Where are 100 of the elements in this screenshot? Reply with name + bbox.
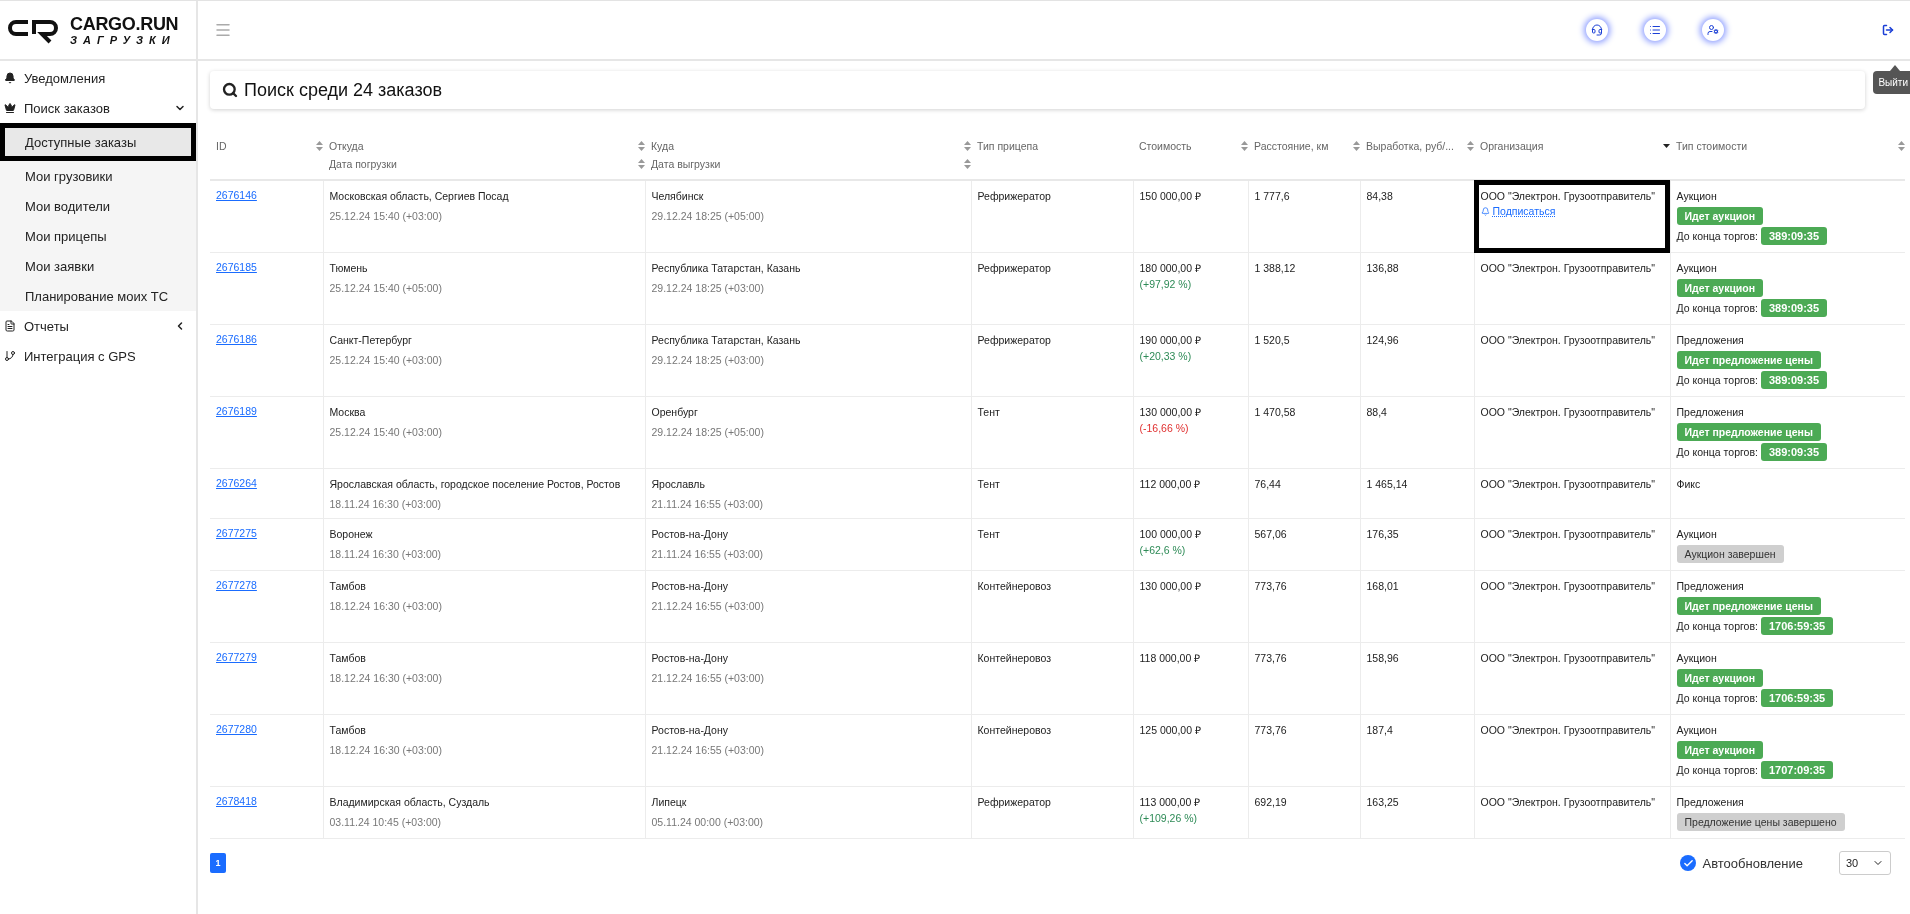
origin-text: Тамбов: [329, 579, 367, 593]
sort-icon[interactable]: [1898, 141, 1905, 151]
distance-text: 76,44: [1254, 477, 1282, 491]
column-header: Тип прицепа: [976, 140, 1040, 152]
page-size-select[interactable]: 30: [1839, 851, 1891, 875]
trailer-type: Рефрижератор: [977, 795, 1052, 809]
bell-icon: [1480, 206, 1490, 216]
menu-icon[interactable]: [214, 21, 232, 39]
logo-title: CARGO.RUN: [70, 14, 179, 33]
destination-text: Ростов-на-Дону: [651, 723, 729, 737]
price-text: 112 000,00 ₽: [1139, 477, 1202, 491]
sort-icon[interactable]: [316, 141, 323, 151]
price-type: Аукцион: [1676, 527, 1718, 541]
order-id-link[interactable]: 2677278: [216, 579, 257, 591]
order-id-link[interactable]: 2677280: [216, 723, 257, 735]
sidebar-item[interactable]: Интеграция с GPS: [0, 341, 196, 371]
price-type: Аукцион: [1676, 651, 1718, 665]
organization-name: ООО "Электрон. Грузоотправитель": [1480, 723, 1656, 737]
order-id-link[interactable]: 2676264: [216, 477, 257, 489]
sort-icon[interactable]: [964, 159, 971, 169]
sort-icon[interactable]: [638, 159, 645, 169]
price-text: 180 000,00 ₽: [1139, 261, 1202, 275]
distance-text: 567,06: [1254, 527, 1288, 541]
list-icon[interactable]: [1644, 19, 1666, 41]
yield-text: 168,01: [1366, 579, 1400, 593]
price-change: (-16,66 %): [1139, 421, 1190, 435]
trailer-type: Рефрижератор: [977, 261, 1052, 275]
price-type: Предложения: [1676, 333, 1745, 347]
load-date: 18.11.24 16:30 (+03:00): [329, 547, 443, 561]
status-badge: Идет предложение цены: [1676, 423, 1821, 441]
organization-name: ООО "Электрон. Грузоотправитель": [1480, 189, 1656, 203]
column-header: Выработка, руб/...: [1365, 140, 1455, 152]
status-badge: Идет аукцион: [1676, 279, 1764, 297]
sidebar-subitem[interactable]: Мои прицепы: [0, 221, 196, 251]
sort-descending-icon[interactable]: [1663, 144, 1670, 148]
unload-date: 29.12.24 18:25 (+03:00): [651, 281, 765, 295]
sidebar-item[interactable]: Отчеты: [0, 311, 196, 341]
sidebar-item[interactable]: Поиск заказов: [0, 93, 196, 123]
sort-icon[interactable]: [1241, 141, 1248, 151]
load-date: 25.12.24 15:40 (+05:00): [329, 281, 443, 295]
sidebar-item[interactable]: Уведомления: [0, 63, 196, 93]
countdown-timer: 389:09:35: [1760, 443, 1828, 461]
sidebar-subitem[interactable]: Мои грузовики: [0, 161, 196, 191]
unload-date: 29.12.24 18:25 (+05:00): [651, 209, 765, 223]
support-headset-icon[interactable]: [1586, 19, 1608, 41]
price-type: Фикс: [1676, 477, 1702, 491]
branch-icon: [4, 350, 16, 362]
price-text: 118 000,00 ₽: [1139, 651, 1202, 665]
trailer-type: Контейнеровоз: [977, 651, 1052, 665]
auto-refresh-checkbox[interactable]: [1680, 855, 1697, 871]
trailer-type: Тент: [977, 527, 1001, 541]
sort-icon[interactable]: [1353, 141, 1360, 151]
sidebar-subitem[interactable]: Доступные заказы: [0, 123, 196, 161]
order-id-link[interactable]: 2677275: [216, 527, 257, 539]
load-date: 03.11.24 10:45 (+03:00): [329, 815, 443, 829]
order-id-link[interactable]: 2676189: [216, 405, 257, 417]
distance-text: 773,76: [1254, 723, 1288, 737]
column-header: ID: [215, 140, 228, 152]
yield-text: 124,96: [1366, 333, 1400, 347]
sidebar-subitem[interactable]: Планирование моих ТС: [0, 281, 196, 311]
column-header: Организация: [1479, 140, 1545, 152]
origin-text: Московская область, Сергиев Посад: [329, 189, 510, 203]
sort-icon[interactable]: [1467, 141, 1474, 151]
sidebar-subitem[interactable]: Мои заявки: [0, 251, 196, 281]
unload-date: 21.11.24 16:55 (+03:00): [651, 497, 765, 511]
yield-text: 158,96: [1366, 651, 1400, 665]
order-id-link[interactable]: 2678418: [216, 795, 257, 807]
column-header: Тип стоимости: [1675, 140, 1749, 152]
crown-icon: [4, 102, 16, 114]
countdown-label: До конца торгов:: [1676, 230, 1758, 242]
load-date: 25.12.24 15:40 (+03:00): [329, 353, 443, 367]
user-settings-icon[interactable]: [1702, 19, 1724, 41]
unload-date: 21.12.24 16:55 (+03:00): [651, 743, 765, 757]
subscribe-link[interactable]: Подписаться: [1480, 205, 1556, 217]
column-header: Стоимость: [1138, 140, 1193, 152]
load-date: 25.12.24 15:40 (+03:00): [329, 425, 443, 439]
order-id-link[interactable]: 2676186: [216, 333, 257, 345]
status-badge: Идет аукцион: [1676, 207, 1764, 225]
distance-text: 1 520,5: [1254, 333, 1291, 347]
countdown-label: До конца торгов:: [1676, 620, 1758, 632]
sidebar-subitem[interactable]: Мои водители: [0, 191, 196, 221]
order-id-link[interactable]: 2677279: [216, 651, 257, 663]
countdown-timer: 389:09:35: [1760, 227, 1828, 245]
search-title: Поиск среди 24 заказов: [244, 79, 443, 101]
distance-text: 773,76: [1254, 651, 1288, 665]
sort-icon[interactable]: [964, 141, 971, 151]
order-id-link[interactable]: 2676185: [216, 261, 257, 273]
destination-text: Ростов-на-Дону: [651, 651, 729, 665]
page-button[interactable]: 1: [210, 853, 226, 873]
price-text: 113 000,00 ₽: [1139, 795, 1202, 809]
yield-text: 84,38: [1366, 189, 1394, 203]
logout-icon[interactable]: [1882, 24, 1894, 36]
price-type: Предложения: [1676, 579, 1745, 593]
check-icon: [1683, 857, 1694, 869]
destination-text: Республика Татарстан, Казань: [651, 261, 802, 275]
destination-text: Ростов-на-Дону: [651, 527, 729, 541]
sort-icon[interactable]: [638, 141, 645, 151]
price-text: 130 000,00 ₽: [1139, 579, 1202, 593]
order-id-link[interactable]: 2676146: [216, 189, 257, 201]
price-text: 125 000,00 ₽: [1139, 723, 1202, 737]
